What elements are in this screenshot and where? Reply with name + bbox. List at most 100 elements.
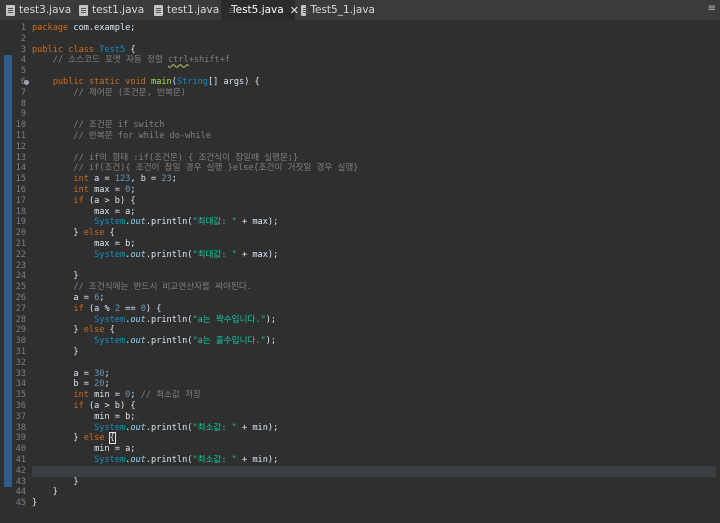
code-line[interactable]: System.out.println("최대값: " + max);	[32, 217, 716, 228]
code-token: }	[32, 347, 79, 357]
code-line[interactable]: public static void main(String[] args) {	[32, 77, 716, 88]
code-line[interactable]	[32, 142, 716, 153]
code-token: System	[94, 455, 126, 465]
code-line[interactable]: // 조건식에는 반드시 비교연산자를 써야된다.	[32, 282, 716, 293]
code-token: .println(	[145, 336, 193, 347]
code-line[interactable]: }	[32, 487, 716, 498]
code-token: 30	[94, 368, 105, 379]
code-line[interactable]: int max = 0;	[32, 185, 716, 196]
line-number: 23	[15, 260, 26, 271]
code-line[interactable]: max = a;	[32, 207, 716, 218]
code-token: (a %	[83, 303, 115, 314]
code-token: + min);	[236, 422, 279, 433]
code-token: }	[32, 271, 79, 282]
code-token: .println(	[145, 217, 193, 228]
code-line[interactable]	[32, 358, 716, 369]
code-line[interactable]: } else {	[32, 228, 716, 239]
code-token: {	[125, 44, 136, 55]
code-line[interactable]: // 조건문 if switch	[32, 120, 716, 131]
tab-test5-java[interactable]: Test5.java ✕	[221, 0, 299, 20]
code-token: min = b;	[32, 411, 136, 422]
code-line[interactable]: min = b;	[32, 412, 716, 423]
code-token: + max);	[236, 249, 279, 260]
code-line[interactable]: } else {	[32, 325, 716, 336]
code-line[interactable]: }	[32, 347, 716, 358]
code-line[interactable]: int a = 123, b = 23;	[32, 174, 716, 185]
code-token: 123	[114, 174, 131, 185]
code-token: max = a;	[32, 206, 136, 217]
code-token: {	[104, 325, 115, 336]
code-line[interactable]	[32, 99, 716, 110]
code-line[interactable]: System.out.println("최소값: " + min);	[32, 455, 716, 466]
code-line[interactable]: min = a;	[32, 444, 716, 455]
code-line[interactable]: a = 30;	[32, 369, 716, 380]
line-number: 13	[15, 152, 26, 163]
code-token: a =	[32, 368, 95, 379]
code-line[interactable]: // if(조건){ 조건이 참일 경우 실행 }else{조건이 거짓일 경우…	[32, 163, 716, 174]
code-line[interactable]: int min = 0; // 최소값 저장	[32, 390, 716, 401]
line-number: 37	[15, 411, 26, 422]
line-number: 11	[15, 131, 26, 141]
tab-test1-java-2[interactable]: test1.java	[148, 0, 221, 20]
code-line[interactable]: }	[32, 477, 716, 488]
code-token: +shift+f	[188, 55, 231, 66]
code-token: .println(	[145, 249, 193, 260]
code-line[interactable]: if (a > b) {	[32, 401, 716, 412]
code-line[interactable]: System.out.println("a는 짝수입니다.");	[32, 315, 716, 326]
code-line[interactable]	[32, 465, 716, 477]
code-line[interactable]: // 반복문 for while do-while	[32, 131, 716, 142]
code-line[interactable]	[32, 66, 716, 77]
code-line[interactable]: } else {	[32, 432, 716, 445]
code-line[interactable]: a = 6;	[32, 293, 716, 304]
code-token: );	[265, 336, 277, 347]
line-number: 25	[15, 282, 26, 293]
code-line[interactable]	[32, 261, 716, 272]
code-line[interactable]: }	[32, 271, 716, 282]
code-token: System	[94, 314, 126, 325]
code-editor[interactable]: 1234567891011121314151617181920212223242…	[0, 20, 720, 523]
code-line[interactable]: // 제어문 (조건문, 반복문)	[32, 88, 716, 99]
line-number: 38	[15, 422, 26, 433]
line-number: 9	[20, 109, 26, 120]
code-area[interactable]: package com.example; public class Test5 {…	[32, 20, 716, 523]
code-line[interactable]: package com.example;	[32, 23, 716, 34]
tab-test1-java[interactable]: test1.java	[73, 0, 148, 20]
code-line[interactable]: max = b;	[32, 239, 716, 250]
code-token: out	[130, 314, 146, 325]
code-line[interactable]: public class Test5 {	[32, 45, 716, 56]
java-file-icon	[301, 4, 309, 16]
tab-label: Test5.java	[231, 4, 284, 16]
code-token: out	[130, 217, 146, 228]
override-marker-icon[interactable]	[24, 80, 29, 85]
code-line[interactable]: b = 20;	[32, 379, 716, 390]
line-number: 21	[15, 239, 26, 249]
code-line[interactable]: // 소스코드 포맷 자동 정렬 ctrl+shift+f	[32, 55, 716, 66]
code-line[interactable]: if (a % 2 == 0) {	[32, 304, 716, 315]
code-line[interactable]	[32, 109, 716, 120]
code-token: }	[32, 498, 38, 509]
line-number: 45	[15, 498, 26, 509]
code-line[interactable]: // if의 형태 :if(조건문) { 조건식이 참일때 실행문;}	[32, 153, 716, 164]
code-token: if	[73, 195, 84, 206]
code-line[interactable]	[32, 34, 716, 45]
tab-test3-java[interactable]: test3.java	[0, 0, 73, 20]
code-token: out	[130, 336, 146, 347]
code-line[interactable]: }	[32, 498, 716, 509]
tab-test5-1-java[interactable]: Test5_1.java	[295, 0, 375, 20]
code-line[interactable]: System.out.println("최대값: " + max);	[32, 250, 716, 261]
code-line[interactable]: System.out.println("최소값: " + min);	[32, 423, 716, 434]
code-token: ;	[104, 368, 110, 379]
tab-label: Test5_1.java	[310, 4, 375, 16]
code-line[interactable]: if (a > b) {	[32, 196, 716, 207]
tab-list-menu-icon[interactable]: ≡	[708, 3, 716, 14]
code-line[interactable]: System.out.println("a는 홀수입니다.");	[32, 336, 716, 347]
line-number: 17	[15, 195, 26, 206]
line-number: 19	[15, 217, 26, 228]
code-token: , b =	[130, 174, 162, 185]
